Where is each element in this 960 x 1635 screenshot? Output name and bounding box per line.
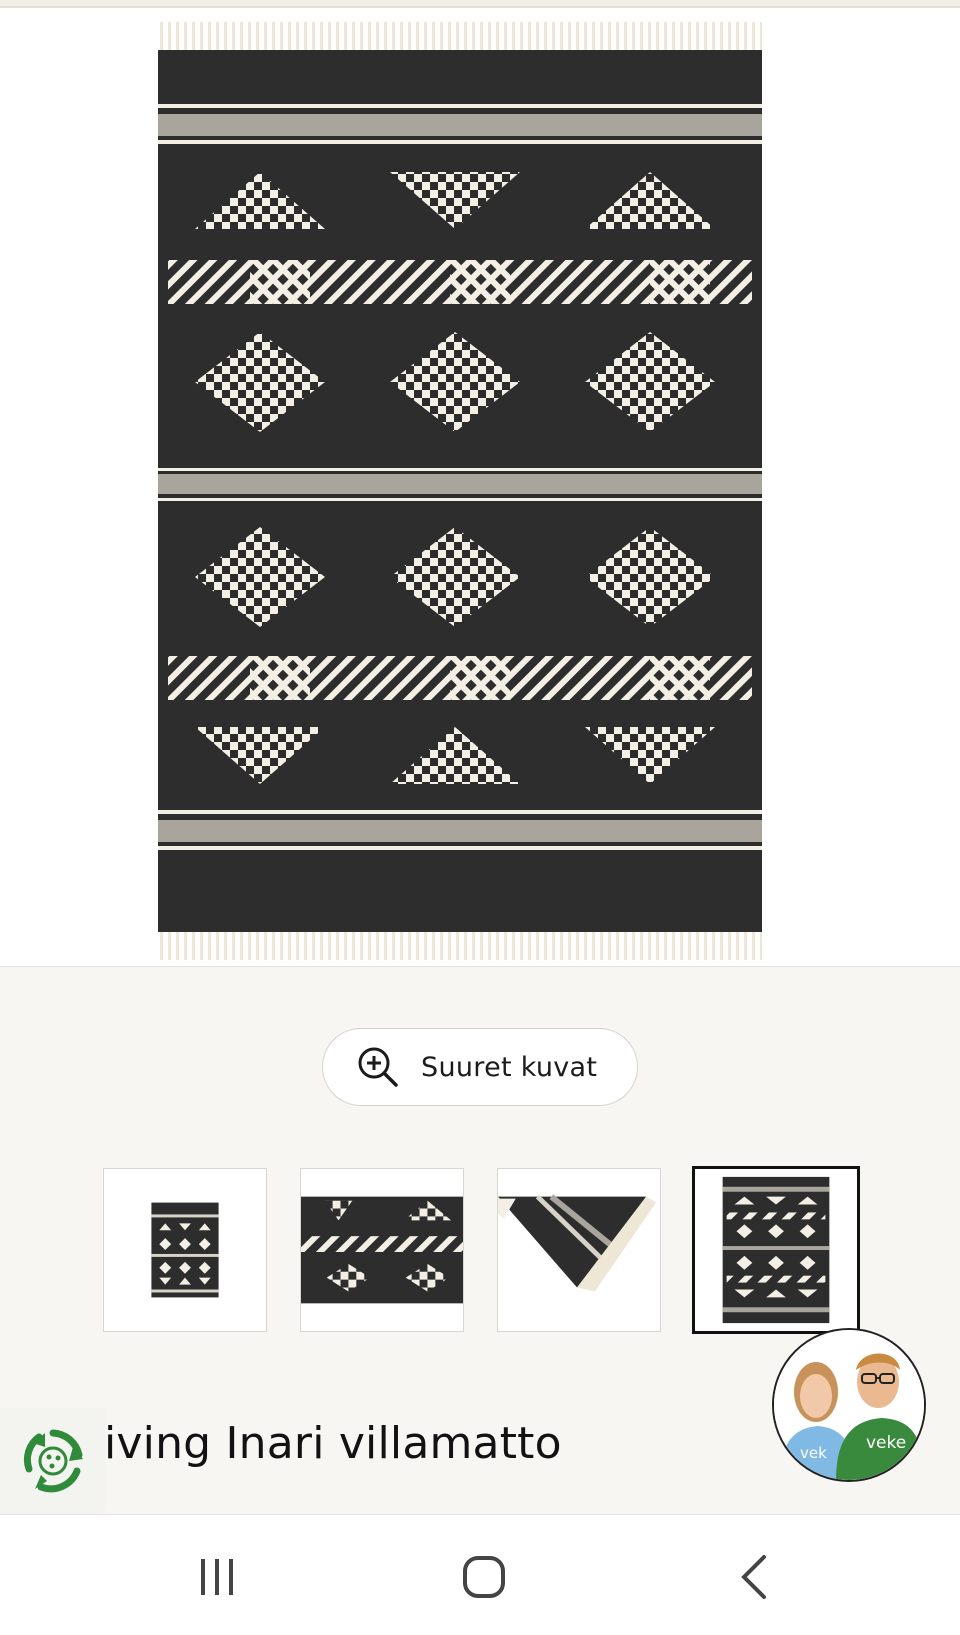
support-people-avatar: vek veke [774,1330,924,1480]
large-images-button[interactable]: Suuret kuvat [322,1028,638,1106]
home-button[interactable] [444,1545,524,1609]
product-image-area[interactable] [0,8,960,967]
back-icon [741,1555,766,1599]
top-divider [0,0,960,8]
thumb-rug-pattern[interactable] [692,1166,860,1334]
back-button[interactable] [714,1545,794,1609]
recycle-badge[interactable] [0,1408,106,1514]
thumbnail-image [151,1202,219,1298]
shirt-text-left: vek [800,1444,827,1462]
large-images-label: Suuret kuvat [421,1051,598,1083]
recycle-icon [23,1429,83,1493]
product-main-image [158,22,762,960]
recent-apps-icon [201,1559,233,1595]
system-navigation-bar [0,1514,960,1635]
chat-avatar-button[interactable]: vek veke [772,1328,926,1482]
thumb-rug-detail[interactable] [300,1168,464,1332]
thumbnail-image [498,1194,657,1292]
product-title: iving Inari villamatto [104,1418,562,1469]
thumb-rug-full[interactable] [103,1168,267,1332]
thumbnail-strip [0,1166,960,1334]
zoom-in-icon [358,1047,398,1087]
thumbnail-image [722,1176,830,1324]
home-icon [463,1556,505,1598]
thumb-rug-corner[interactable] [497,1168,661,1332]
recent-apps-button[interactable] [177,1545,257,1609]
thumbnail-image [301,1196,463,1304]
shirt-text-right: veke [866,1433,906,1453]
